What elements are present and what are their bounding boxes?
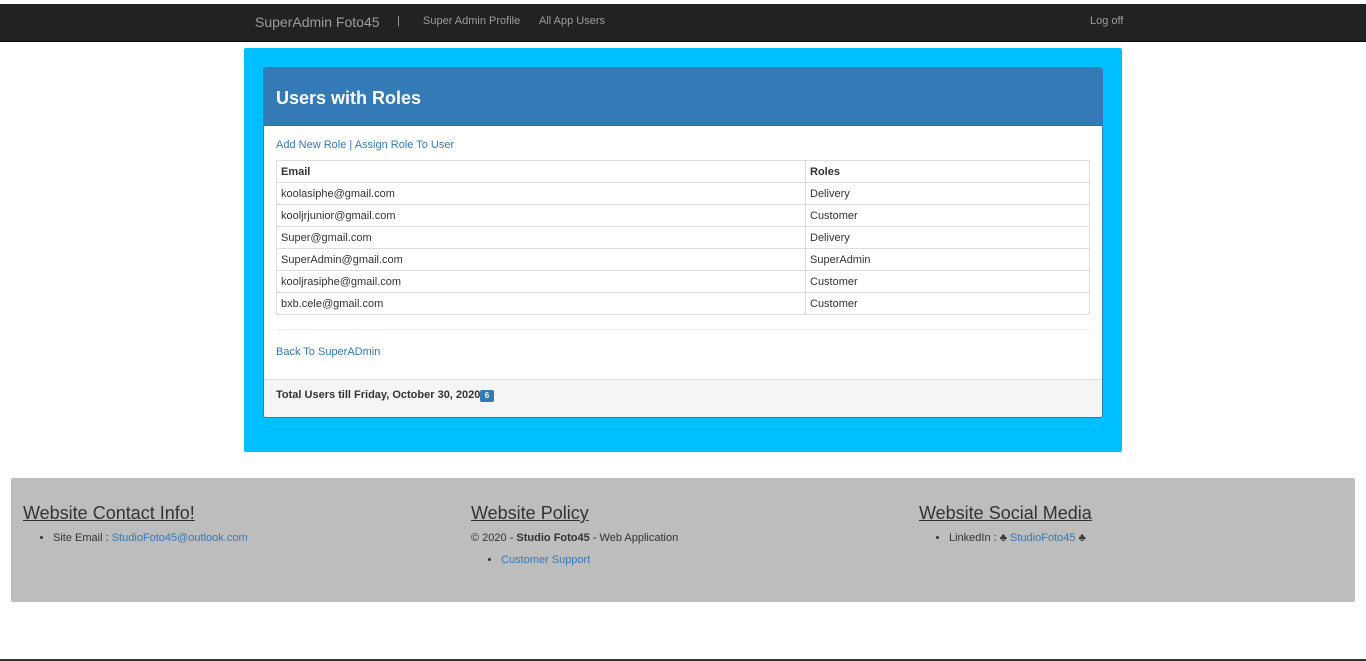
copyright-line: © 2020 - Studio Foto45 - Web Application xyxy=(471,532,678,544)
total-users-label: Total Users till Friday, October 30, 202… xyxy=(276,389,488,401)
contact-list: Site Email : StudioFoto45@outlook.com xyxy=(23,532,248,544)
table-row: SuperAdmin@gmail.com SuperAdmin xyxy=(276,248,1090,271)
column-header-email: Email xyxy=(276,160,806,183)
email-cell: kooljrasiphe@gmail.com xyxy=(276,270,806,293)
site-footer: Website Contact Info! Site Email : Studi… xyxy=(11,478,1355,602)
email-cell: bxb.cele@gmail.com xyxy=(276,292,806,315)
panel-heading: Users with Roles xyxy=(264,68,1102,126)
footer-contact-section: Website Contact Info! Site Email : Studi… xyxy=(23,503,248,552)
customer-support-link[interactable]: Customer Support xyxy=(501,554,590,566)
users-roles-panel: Users with Roles Add New Role | Assign R… xyxy=(263,67,1103,418)
email-cell: koolasiphe@gmail.com xyxy=(276,182,806,205)
role-cell: Delivery xyxy=(805,226,1090,249)
table-row: koolasiphe@gmail.com Delivery xyxy=(276,182,1090,205)
list-item: Site Email : StudioFoto45@outlook.com xyxy=(53,532,248,544)
table-row: kooljrjunior@gmail.com Customer xyxy=(276,204,1090,227)
site-email-link[interactable]: StudioFoto45@outlook.com xyxy=(112,532,248,544)
log-off-link[interactable]: Log off xyxy=(1090,15,1123,27)
role-cell: Customer xyxy=(805,292,1090,315)
linkedin-label: LinkedIn : ♣ xyxy=(949,532,1007,544)
main-container: Users with Roles Add New Role | Assign R… xyxy=(244,48,1122,452)
role-cell: Customer xyxy=(805,270,1090,293)
email-cell: Super@gmail.com xyxy=(276,226,806,249)
list-item: Customer Support xyxy=(501,554,678,566)
add-new-role-link[interactable]: Add New Role xyxy=(276,139,346,151)
table-row: Super@gmail.com Delivery xyxy=(276,226,1090,249)
nav-super-admin-profile[interactable]: Super Admin Profile xyxy=(423,15,520,27)
assign-role-link[interactable]: Assign Role To User xyxy=(355,139,454,151)
club-icon: ♣ xyxy=(1078,532,1086,544)
email-cell: kooljrjunior@gmail.com xyxy=(276,204,806,227)
social-heading: Website Social Media xyxy=(919,503,1092,523)
role-cell: Customer xyxy=(805,204,1090,227)
copyright-suffix: - Web Application xyxy=(592,532,679,544)
nav-all-app-users[interactable]: All App Users xyxy=(539,15,605,27)
divider xyxy=(276,329,1090,330)
company-name: Studio Foto45 xyxy=(516,532,590,544)
social-list: LinkedIn : ♣ StudioFoto45 ♣ xyxy=(919,532,1092,544)
column-header-roles: Roles xyxy=(805,160,1090,183)
list-item: LinkedIn : ♣ StudioFoto45 ♣ xyxy=(949,532,1092,544)
email-cell: SuperAdmin@gmail.com xyxy=(276,248,806,271)
footer-policy-section: Website Policy © 2020 - Studio Foto45 - … xyxy=(471,503,678,574)
table-header-row: Email Roles xyxy=(276,160,1090,183)
table-row: kooljrasiphe@gmail.com Customer xyxy=(276,270,1090,293)
contact-heading: Website Contact Info! xyxy=(23,503,195,523)
site-email-label: Site Email : xyxy=(53,532,109,544)
back-to-superadmin-link[interactable]: Back To SuperADmin xyxy=(276,346,380,358)
page-title: Users with Roles xyxy=(276,88,422,108)
total-users-badge: 6 xyxy=(480,390,494,402)
top-navbar: SuperAdmin Foto45 | Super Admin Profile … xyxy=(0,4,1366,42)
action-links: Add New Role | Assign Role To User xyxy=(276,139,454,151)
nav-separator: | xyxy=(397,15,400,27)
footer-social-section: Website Social Media LinkedIn : ♣ Studio… xyxy=(919,503,1092,552)
policy-heading: Website Policy xyxy=(471,503,589,523)
copyright-prefix: © 2020 - xyxy=(471,532,514,544)
linkedin-link[interactable]: StudioFoto45 xyxy=(1010,532,1075,544)
panel-footer: Total Users till Friday, October 30, 202… xyxy=(264,379,1102,417)
role-cell: Delivery xyxy=(805,182,1090,205)
users-roles-table: Email Roles koolasiphe@gmail.com Deliver… xyxy=(276,160,1090,315)
role-cell: SuperAdmin xyxy=(805,248,1090,271)
policy-list: Customer Support xyxy=(471,554,678,566)
table-row: bxb.cele@gmail.com Customer xyxy=(276,292,1090,315)
brand-link[interactable]: SuperAdmin Foto45 xyxy=(255,14,380,30)
link-separator: | xyxy=(349,139,353,151)
